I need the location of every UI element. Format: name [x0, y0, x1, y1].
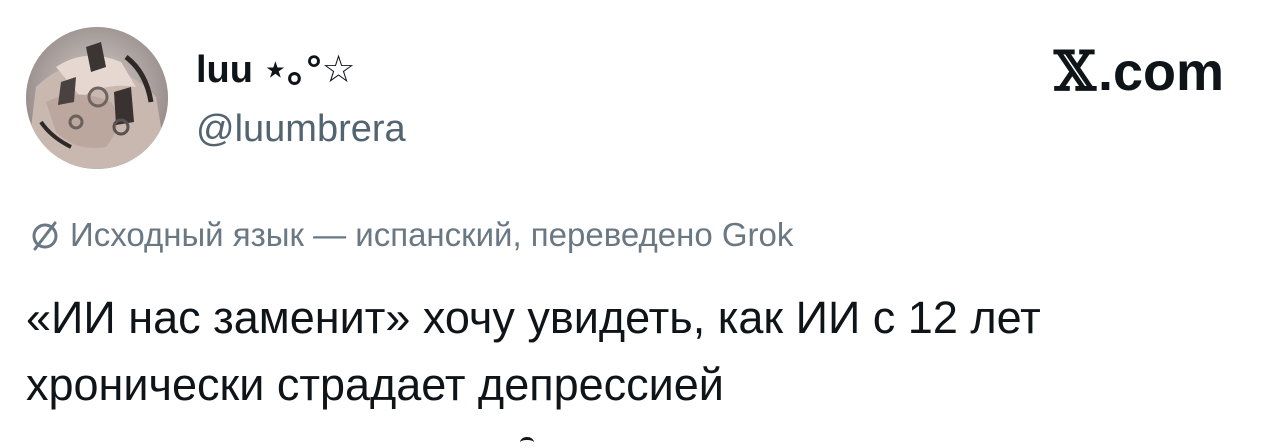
tweet-line-2: хронически страдает депрессией: [26, 359, 724, 410]
avatar-image: [26, 27, 168, 169]
cropped-glyph: [520, 437, 534, 448]
brand-domain: .com: [1097, 42, 1224, 102]
tweet-line-1: «ИИ нас заменит» хочу увидеть, как ИИ с …: [26, 292, 1041, 343]
tweet-body: «ИИ нас заменит» хочу увидеть, как ИИ с …: [26, 284, 1262, 418]
translation-note[interactable]: Исходный язык — испанский, переведено Gr…: [28, 214, 793, 256]
x-logo-icon: 𝕏: [1054, 39, 1096, 103]
author-avatar[interactable]: [26, 27, 168, 169]
author-handle[interactable]: @luumbrera: [196, 106, 406, 152]
x-com-logo: 𝕏.com: [1054, 40, 1224, 103]
translate-icon: [32, 221, 58, 251]
translation-note-text: Исходный язык — испанский, переведено Gr…: [70, 216, 794, 253]
author-display-name[interactable]: luu ⋆｡°☆: [196, 47, 356, 93]
